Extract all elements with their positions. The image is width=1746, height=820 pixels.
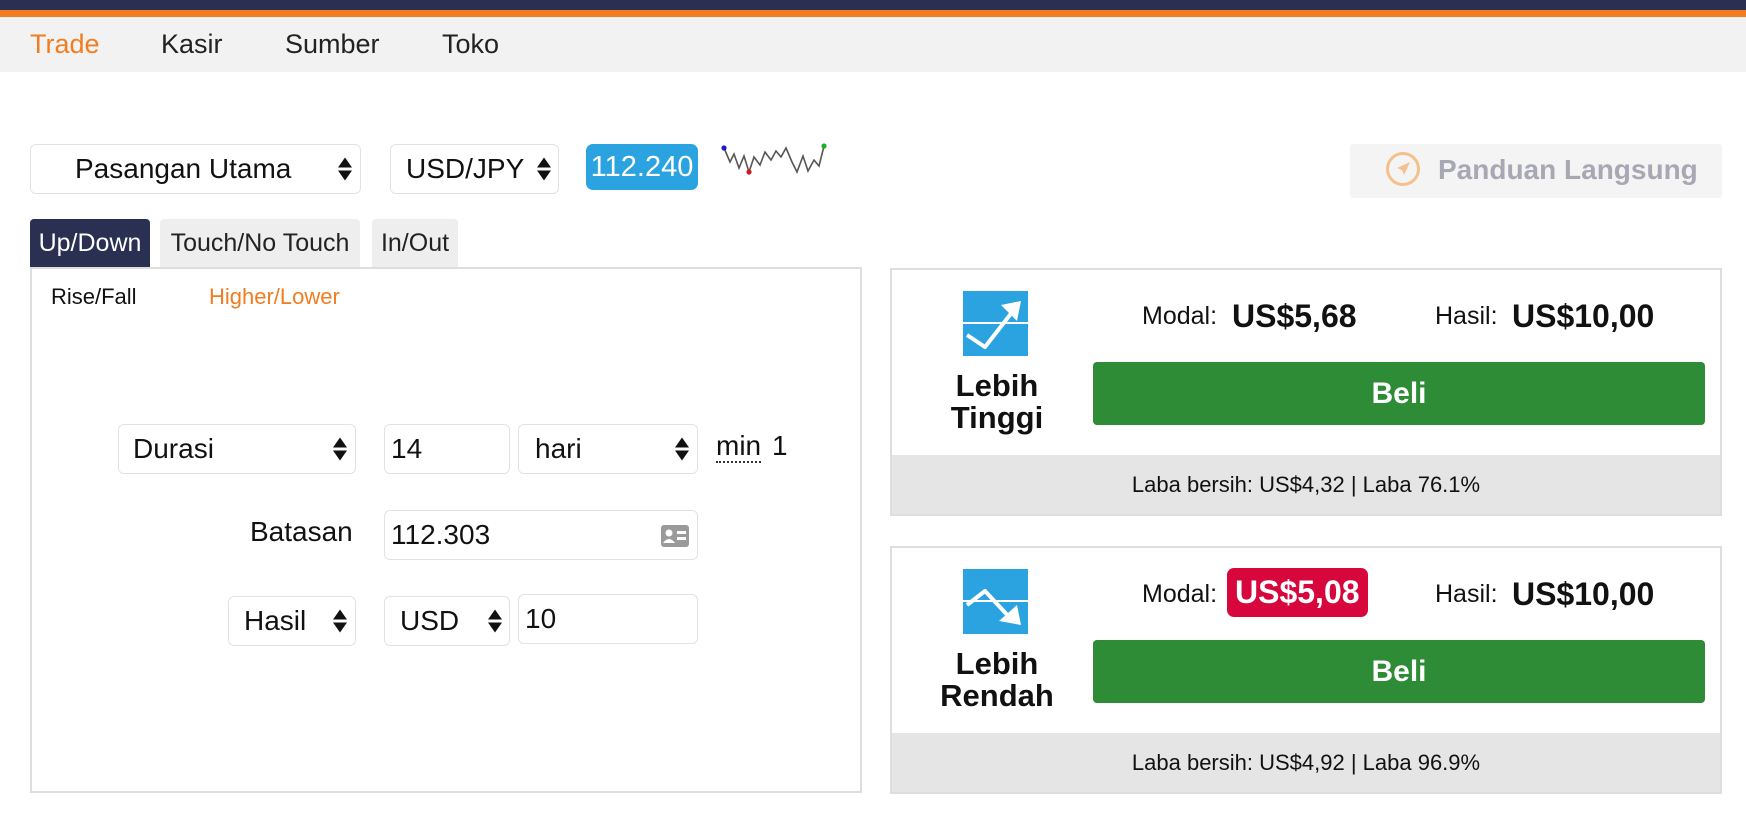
payout-amount: US$10,00 — [1512, 298, 1655, 334]
subtab-rise-fall[interactable]: Rise/Fall — [51, 284, 137, 310]
select-arrows-icon — [333, 609, 347, 633]
compass-icon — [1386, 152, 1420, 186]
contract-higher-top: Lebih Tinggi Modal: US$5,68 Hasil: US$10… — [892, 270, 1720, 455]
symbol-select[interactable]: USD/JPY — [390, 144, 559, 194]
duration-value-input[interactable] — [384, 424, 510, 474]
select-arrows-icon — [537, 157, 551, 181]
contract-name-line2: Tinggi — [950, 400, 1044, 435]
duration-type-value: Durasi — [133, 433, 214, 464]
duration-min-label: min — [716, 430, 762, 463]
live-guide-label: Panduan Langsung — [1438, 154, 1698, 185]
sparkline-icon — [721, 143, 827, 175]
duration-type-select[interactable]: Durasi — [118, 424, 356, 474]
nav-toko[interactable]: Toko — [442, 29, 499, 60]
basis-select[interactable]: Hasil — [228, 596, 356, 646]
contract-higher-panel: Lebih Tinggi Modal: US$5,68 Hasil: US$10… — [890, 268, 1722, 516]
tab-touch-no-touch[interactable]: Touch/No Touch — [160, 219, 360, 267]
contract-lower-name: Lebih Rendah — [922, 648, 1072, 712]
nav-sumber[interactable]: Sumber — [285, 29, 380, 60]
nav-trade[interactable]: Trade — [30, 29, 100, 60]
contact-card-icon — [661, 525, 689, 547]
buy-higher-button[interactable]: Beli — [1093, 362, 1705, 425]
select-arrows-icon — [488, 609, 502, 633]
market-select[interactable]: Pasangan Utama — [30, 144, 361, 194]
amount-input[interactable] — [518, 594, 698, 644]
select-arrows-icon — [333, 437, 347, 461]
market-select-value: Pasangan Utama — [75, 153, 292, 184]
profit-info: Laba bersih: US$4,92 | Laba 96.9% — [892, 733, 1720, 792]
select-arrows-icon — [675, 437, 689, 461]
payout-label: Hasil: — [1435, 302, 1498, 330]
payout-label: Hasil: — [1435, 580, 1498, 608]
currency-value: USD — [400, 605, 460, 636]
spot-price-badge: 112.240 — [586, 144, 698, 190]
contract-lower-top: Lebih Rendah Modal: US$5,08 Hasil: US$10… — [892, 548, 1720, 733]
buy-lower-button[interactable]: Beli — [1093, 640, 1705, 703]
nav-kasir[interactable]: Kasir — [161, 29, 223, 60]
basis-value: Hasil — [244, 605, 307, 636]
barrier-input[interactable] — [384, 510, 698, 560]
tab-in-out[interactable]: In/Out — [372, 219, 458, 267]
barrier-label: Batasan — [250, 516, 353, 547]
header-accent-bar — [0, 10, 1746, 17]
live-guide-button[interactable]: Panduan Langsung — [1350, 144, 1722, 198]
stake-amount: US$5,08 — [1227, 568, 1368, 617]
main-nav: Trade Kasir Sumber Toko — [0, 17, 1746, 72]
contract-higher-name: Lebih Tinggi — [922, 370, 1072, 434]
currency-select[interactable]: USD — [384, 596, 510, 646]
header-bar — [0, 0, 1746, 10]
payout-amount: US$10,00 — [1512, 576, 1655, 612]
duration-unit-select[interactable]: hari — [518, 424, 698, 474]
duration-unit-value: hari — [535, 433, 582, 464]
contract-name-line1: Lebih — [955, 368, 1039, 403]
contract-lower-panel: Lebih Rendah Modal: US$5,08 Hasil: US$10… — [890, 546, 1722, 794]
stake-amount: US$5,68 — [1232, 298, 1357, 334]
duration-min-value: 1 — [772, 430, 788, 461]
subtab-higher-lower[interactable]: Higher/Lower — [209, 284, 340, 310]
select-arrows-icon — [338, 157, 352, 181]
tab-up-down[interactable]: Up/Down — [30, 219, 150, 267]
contract-name-line2: Rendah — [940, 678, 1054, 713]
stake-label: Modal: — [1142, 580, 1218, 608]
trend-up-icon — [963, 291, 1028, 356]
symbol-select-value: USD/JPY — [406, 153, 525, 184]
contract-name-line1: Lebih — [955, 646, 1039, 681]
trend-down-icon — [963, 569, 1028, 634]
profit-info: Laba bersih: US$4,32 | Laba 76.1% — [892, 455, 1720, 514]
stake-label: Modal: — [1142, 302, 1218, 330]
